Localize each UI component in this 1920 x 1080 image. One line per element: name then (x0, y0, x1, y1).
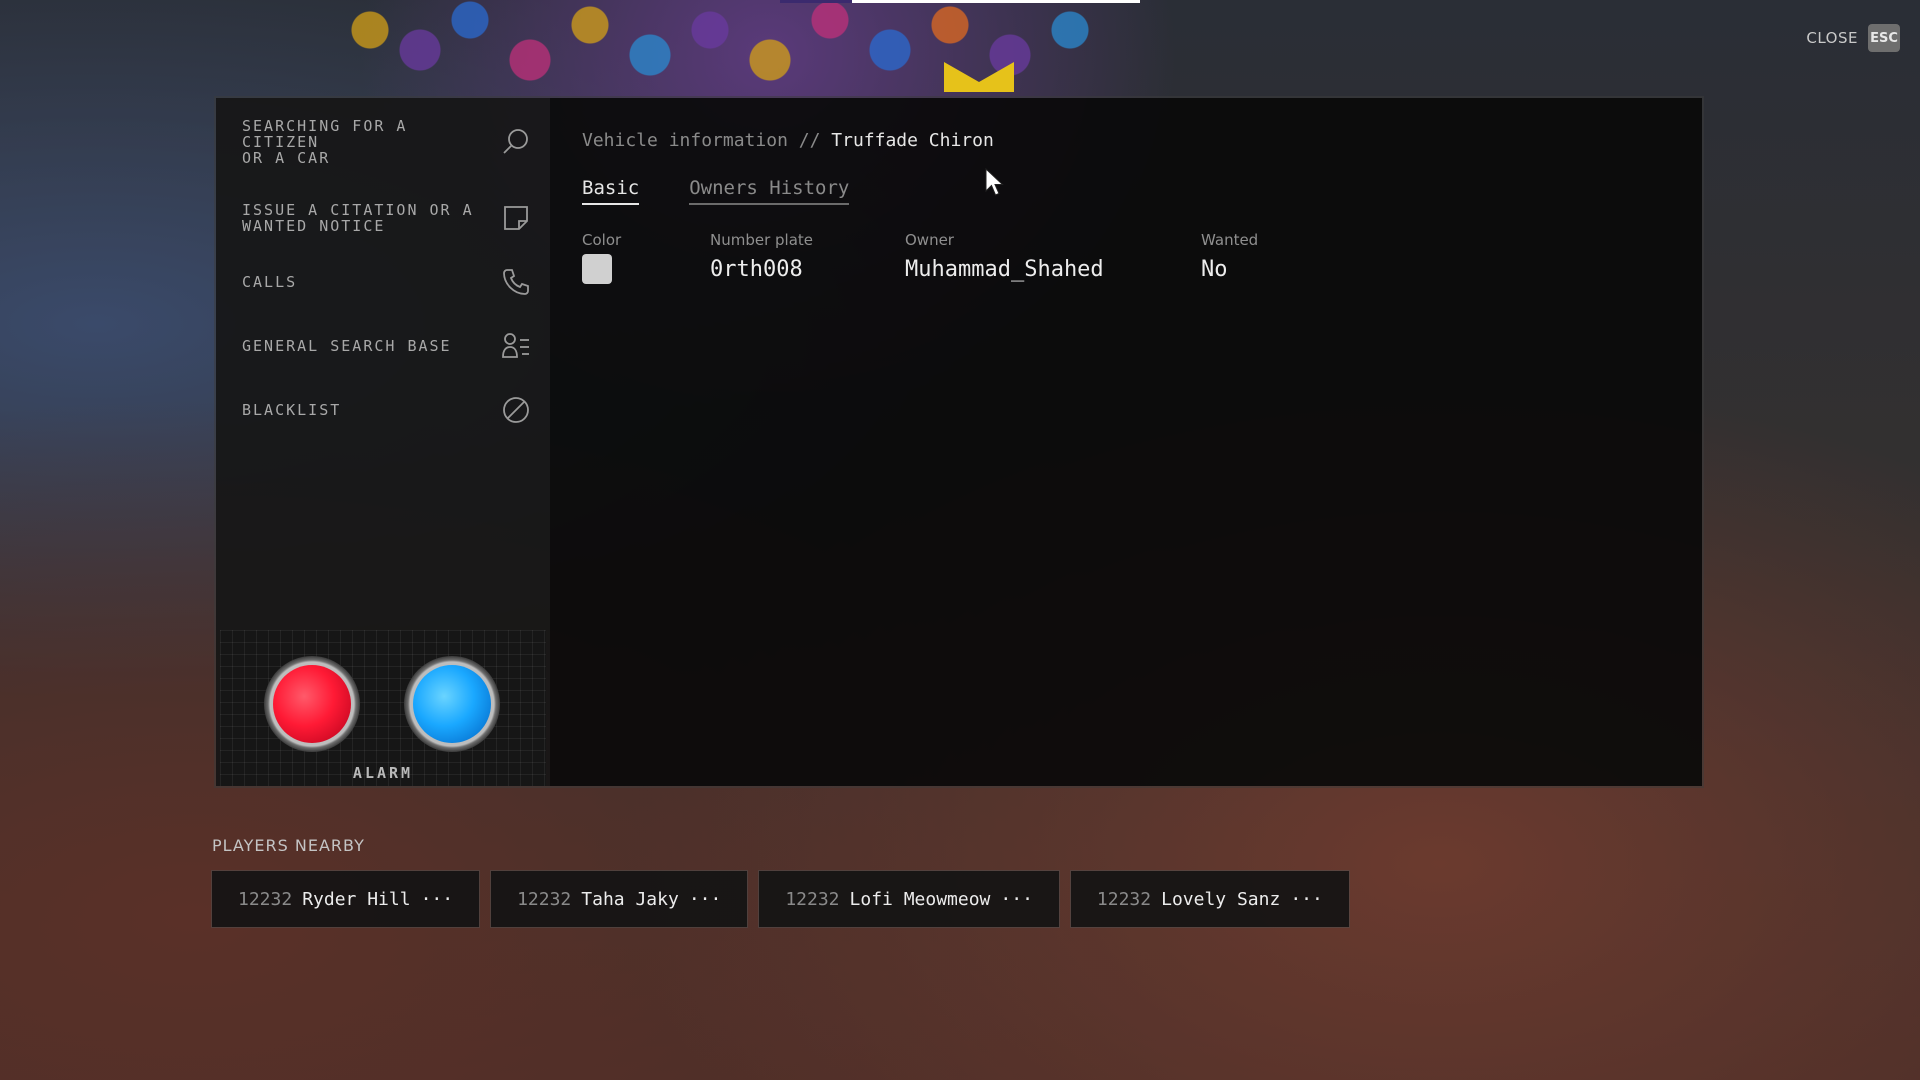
block-icon (500, 394, 532, 426)
close-control[interactable]: CLOSE ESC (1806, 24, 1900, 52)
player-chip[interactable]: 12232 Ryder Hill ··· (212, 871, 480, 927)
player-name: Taha Jaky (581, 888, 679, 910)
nav-item-blacklist[interactable]: BLACKLIST (216, 378, 550, 442)
wanted-label: Wanted (1201, 231, 1259, 249)
player-name: Lovely Sanz (1161, 888, 1281, 910)
nav-item-calls[interactable]: CALLS (216, 250, 550, 314)
red-alarm-button[interactable] (264, 656, 360, 752)
alarm-zone: ALARM (220, 630, 546, 786)
user-list-icon (500, 330, 532, 362)
player-id: 12232 (785, 888, 840, 910)
player-id: 12232 (238, 888, 293, 910)
plate-value: 0rth008 (710, 257, 803, 282)
nav-item-search[interactable]: SEARCHING FOR A CITIZEN OR A CAR (216, 98, 550, 186)
mouse-cursor-icon (985, 168, 1004, 196)
vehicle-fields: Color Number plate 0rth008 Owner Muhamma… (582, 231, 1670, 284)
color-label: Color (582, 231, 622, 249)
search-icon (500, 126, 532, 158)
more-options-icon[interactable]: ··· (1290, 889, 1323, 910)
esc-key-badge[interactable]: ESC (1868, 24, 1900, 52)
color-field: Color (582, 231, 710, 284)
nav-item-label: CALLS (242, 273, 298, 291)
more-options-icon[interactable]: ··· (689, 889, 722, 910)
player-id: 12232 (1096, 888, 1152, 910)
nav-item-general-search[interactable]: GENERAL SEARCH BASE (216, 314, 550, 378)
plate-field: Number plate 0rth008 (710, 231, 905, 284)
nav-item-label: GENERAL SEARCH BASE (242, 337, 452, 355)
phone-icon (500, 266, 532, 298)
players-nearby-title: PLAYERS NEARBY (212, 836, 365, 855)
owner-label: Owner (905, 231, 954, 249)
wanted-field: Wanted No (1201, 231, 1258, 284)
color-swatch (582, 254, 612, 284)
alarm-label: ALARM (352, 764, 414, 782)
owner-value[interactable]: Muhammad_Shahed (905, 257, 1201, 282)
breadcrumb: Vehicle information // Truffade Chiron (582, 130, 1670, 151)
more-options-icon[interactable]: ··· (1000, 889, 1033, 910)
note-icon (500, 202, 532, 234)
player-id: 12232 (517, 888, 572, 910)
wanted-value: No (1201, 257, 1228, 282)
nav-item-label: SEARCHING FOR A CITIZEN OR A CAR (242, 117, 408, 167)
close-label: CLOSE (1806, 29, 1858, 47)
tab-owners-history[interactable]: Owners History (689, 177, 850, 205)
top-progress-bar (780, 0, 1140, 3)
nav-item-citation[interactable]: ISSUE A CITATION OR A WANTED NOTICE (216, 186, 550, 250)
tab-bar: Basic Owners History (582, 177, 1670, 205)
player-chip[interactable]: 12232 Lofi Meowmeow ··· (759, 871, 1059, 927)
player-chip[interactable]: 12232 Taha Jaky ··· (491, 871, 748, 927)
plate-label: Number plate (710, 231, 814, 249)
nav-item-label: BLACKLIST (242, 401, 342, 419)
player-chip[interactable]: 12232 Lovely Sanz ··· (1070, 871, 1349, 927)
sidebar: SEARCHING FOR A CITIZEN OR A CAR ISSUE A… (216, 98, 550, 786)
player-name: Ryder Hill (302, 888, 411, 910)
tab-basic[interactable]: Basic (582, 177, 640, 205)
more-options-icon[interactable]: ··· (421, 889, 454, 910)
nav-item-label: ISSUE A CITATION OR A WANTED NOTICE (242, 201, 474, 235)
player-name: Lofi Meowmeow (849, 888, 991, 910)
breadcrumb-current: Truffade Chiron (831, 130, 994, 151)
blue-alarm-button[interactable] (404, 656, 500, 752)
vehicle-info-content: Vehicle information // Truffade Chiron B… (550, 98, 1702, 786)
players-nearby-list: 12232 Ryder Hill ··· 12232 Taha Jaky ···… (212, 871, 1349, 927)
emblem-icon (944, 62, 1014, 92)
owner-field: Owner Muhammad_Shahed (905, 231, 1201, 284)
breadcrumb-section: Vehicle information // (582, 130, 821, 151)
police-tablet-panel: SEARCHING FOR A CITIZEN OR A CAR ISSUE A… (216, 98, 1702, 786)
